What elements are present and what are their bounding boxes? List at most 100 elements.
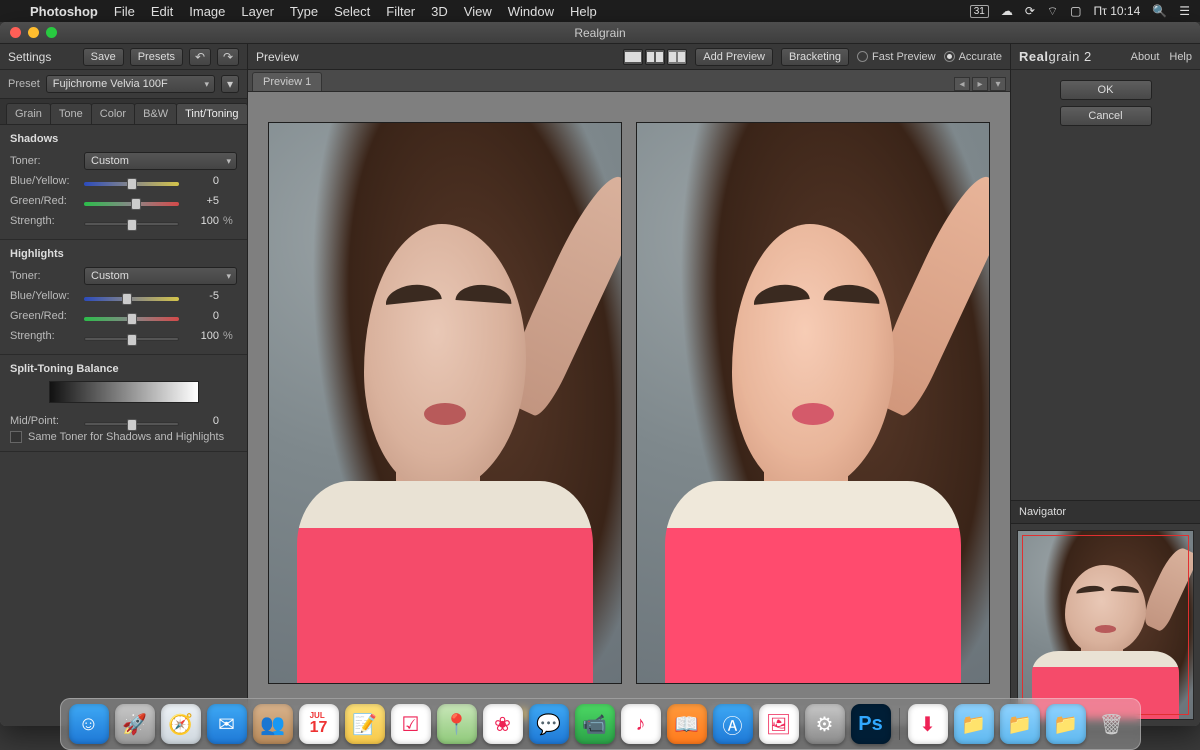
preset-select[interactable]: Fujichrome Velvia 100F	[46, 75, 215, 93]
help-link[interactable]: Help	[1169, 51, 1192, 63]
menu-extras-icon[interactable]: ☰	[1179, 4, 1190, 18]
dock-photoshop[interactable]: Ps	[851, 704, 891, 744]
sync-icon[interactable]: ⟳	[1025, 4, 1035, 18]
preview-tab-next[interactable]: ▸	[972, 77, 988, 91]
dock-appstore[interactable]: Ⓐ	[713, 704, 753, 744]
menu-window[interactable]: Window	[508, 4, 554, 19]
dock-calendar[interactable]: JUL17	[299, 704, 339, 744]
highlights-label-0: Blue/Yellow:	[10, 290, 80, 302]
menu-layer[interactable]: Layer	[241, 4, 274, 19]
spotlight-icon[interactable]: 🔍	[1152, 4, 1167, 18]
highlights-value-1: 0	[183, 310, 219, 322]
same-toner-checkbox[interactable]: Same Toner for Shadows and Highlights	[10, 431, 237, 443]
bracketing-button[interactable]: Bracketing	[781, 48, 849, 66]
highlights-slider-2[interactable]	[84, 337, 179, 341]
accurate-radio[interactable]: Accurate	[944, 51, 1002, 63]
menu-filter[interactable]: Filter	[386, 4, 415, 19]
dock-folder2[interactable]: 📁	[1000, 704, 1040, 744]
save-button[interactable]: Save	[83, 48, 124, 66]
wifi-icon[interactable]: ⌔	[1047, 4, 1058, 19]
window-titlebar[interactable]: Realgrain	[0, 22, 1200, 44]
split-toning-section: Split-Toning Balance Mid/Point: 0 Same T…	[0, 355, 247, 452]
date-icon[interactable]: 31	[970, 5, 989, 18]
menu-image[interactable]: Image	[189, 4, 225, 19]
undo-button[interactable]: ↶	[189, 48, 211, 66]
midpoint-value: 0	[183, 415, 219, 427]
dock-trash[interactable]: 🗑	[1092, 704, 1132, 744]
shadows-value-2: 100	[183, 215, 219, 227]
ok-button[interactable]: OK	[1060, 80, 1152, 100]
dock-mail[interactable]: ✉	[207, 704, 247, 744]
dock-reminders[interactable]: ☑	[391, 704, 431, 744]
dock-preview[interactable]: 🖼	[759, 704, 799, 744]
tab-color[interactable]: Color	[91, 103, 135, 124]
shadows-title: Shadows	[10, 133, 237, 145]
highlights-label-1: Green/Red:	[10, 310, 80, 322]
shadows-toner-label: Toner:	[10, 155, 80, 167]
dock-ibooks[interactable]: 📖	[667, 704, 707, 744]
checkbox-box	[10, 431, 22, 443]
dock-facetime[interactable]: 📹	[575, 704, 615, 744]
dock-itunes[interactable]: ♪	[621, 704, 661, 744]
dock-notes[interactable]: 📝	[345, 704, 385, 744]
add-preview-button[interactable]: Add Preview	[695, 48, 773, 66]
shadows-value-0: 0	[183, 175, 219, 187]
shadows-label-0: Blue/Yellow:	[10, 175, 80, 187]
dock-settings[interactable]: ⚙	[805, 704, 845, 744]
highlights-label-2: Strength:	[10, 330, 80, 342]
dock-folder3[interactable]: 📁	[1046, 704, 1086, 744]
preview-tab-menu[interactable]: ▾	[990, 77, 1006, 91]
view-horizontal[interactable]	[645, 49, 665, 65]
view-vertical[interactable]	[667, 49, 687, 65]
menu-help[interactable]: Help	[570, 4, 597, 19]
preview-canvas[interactable]	[248, 92, 1010, 698]
navigator-thumbnail[interactable]	[1017, 530, 1194, 720]
dock-photos[interactable]: ❀	[483, 704, 523, 744]
cloud-icon[interactable]: ☁	[1001, 4, 1013, 18]
same-toner-label: Same Toner for Shadows and Highlights	[28, 431, 224, 443]
presets-button[interactable]: Presets	[130, 48, 183, 66]
clock[interactable]: Πτ 10:14	[1094, 4, 1141, 18]
menu-3d[interactable]: 3D	[431, 4, 448, 19]
shadows-label-1: Green/Red:	[10, 195, 80, 207]
navigator-viewport-box[interactable]	[1022, 535, 1189, 715]
shadows-slider-2[interactable]	[84, 222, 179, 226]
midpoint-slider[interactable]	[84, 422, 179, 426]
shadows-toner-select[interactable]: Custom	[84, 152, 237, 170]
menu-edit[interactable]: Edit	[151, 4, 173, 19]
view-mode-group	[623, 49, 687, 65]
tab-tint-toning[interactable]: Tint/Toning	[176, 103, 247, 124]
menu-view[interactable]: View	[464, 4, 492, 19]
preset-menu-button[interactable]: ▾	[221, 75, 239, 93]
highlights-slider-0[interactable]	[84, 297, 179, 301]
highlights-toner-select[interactable]: Custom	[84, 267, 237, 285]
dock-finder[interactable]: ☺	[69, 704, 109, 744]
shadows-slider-0[interactable]	[84, 182, 179, 186]
dock-launchpad[interactable]: 🚀	[115, 704, 155, 744]
highlights-slider-1[interactable]	[84, 317, 179, 321]
dock-safari[interactable]: 🧭	[161, 704, 201, 744]
dock-folder1[interactable]: 📁	[954, 704, 994, 744]
battery-icon[interactable]: ▢	[1070, 4, 1081, 18]
split-gradient[interactable]	[49, 381, 199, 403]
preview-tab-1[interactable]: Preview 1	[252, 72, 322, 91]
tab-grain[interactable]: Grain	[6, 103, 51, 124]
dock-downloads[interactable]: ⬇	[908, 704, 948, 744]
redo-button[interactable]: ↷	[217, 48, 239, 66]
menu-select[interactable]: Select	[334, 4, 370, 19]
dock-contacts[interactable]: 👥	[253, 704, 293, 744]
view-single[interactable]	[623, 49, 643, 65]
shadows-slider-1[interactable]	[84, 202, 179, 206]
cancel-button[interactable]: Cancel	[1060, 106, 1152, 126]
midpoint-label: Mid/Point:	[10, 415, 80, 427]
tab-tone[interactable]: Tone	[50, 103, 92, 124]
app-name[interactable]: Photoshop	[30, 4, 98, 19]
dock-maps[interactable]: 📍	[437, 704, 477, 744]
menu-type[interactable]: Type	[290, 4, 318, 19]
preview-tab-prev[interactable]: ◂	[954, 77, 970, 91]
about-link[interactable]: About	[1131, 51, 1160, 63]
dock-messages[interactable]: 💬	[529, 704, 569, 744]
menu-file[interactable]: File	[114, 4, 135, 19]
tab-bw[interactable]: B&W	[134, 103, 177, 124]
fast-preview-radio[interactable]: Fast Preview	[857, 51, 936, 63]
